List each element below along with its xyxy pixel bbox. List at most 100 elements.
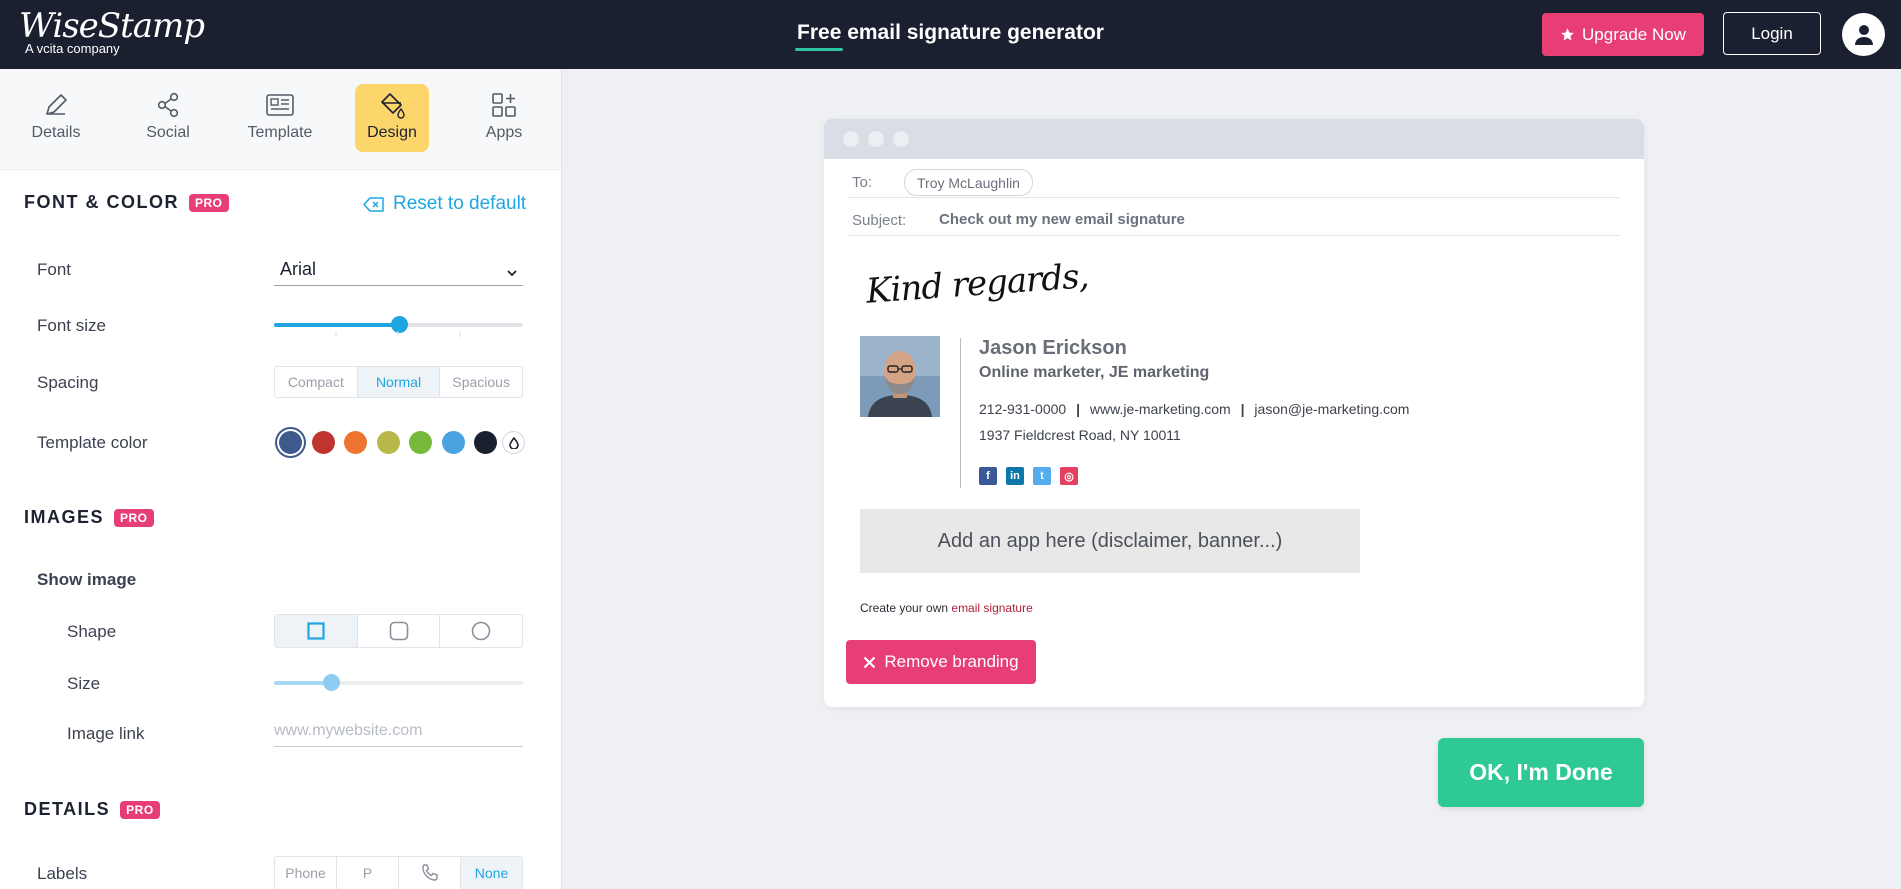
labels-selector: Phone P None [274,856,523,889]
email-preview: To: Troy McLaughlin Subject: Check out m… [824,119,1644,707]
remove-branding-label: Remove branding [884,652,1019,671]
tab-template[interactable]: Template [243,84,317,152]
separator: | [1076,401,1080,417]
pro-badge: PRO [189,193,229,212]
label-option-p[interactable]: P [337,857,399,889]
tab-social-label: Social [146,124,190,141]
signature-name: Jason Erickson [979,337,1127,359]
twitter-icon[interactable]: t [1033,467,1051,485]
tab-apps[interactable]: Apps [467,84,541,152]
image-shape-selector [274,614,523,648]
credit-text: Create your own [860,601,952,615]
window-dot [893,131,909,147]
star-icon [1561,28,1574,41]
tab-apps-label: Apps [485,124,523,141]
font-size-slider-fill [274,323,399,327]
tab-design[interactable]: Design [355,84,429,152]
upgrade-now-button[interactable]: Upgrade Now [1542,13,1704,56]
instagram-icon[interactable]: ◎ [1060,467,1078,485]
rounded-square-shape-icon [389,621,408,641]
color-swatch[interactable] [376,431,400,454]
color-swatch[interactable] [474,431,497,454]
to-row: To: Troy McLaughlin [848,159,1620,198]
spacing-option-spacious[interactable]: Spacious [440,367,522,397]
tab-details[interactable]: Details [19,84,93,152]
subject-label: Subject: [852,212,907,229]
facebook-icon[interactable]: f [979,467,997,485]
image-size-slider-handle[interactable] [323,674,341,691]
spacing-label: Spacing [37,373,99,392]
to-label: To: [852,174,873,191]
upgrade-now-label: Upgrade Now [1582,24,1686,44]
headline-text: email signature generator [841,21,1104,44]
profile-photo [860,336,940,417]
separator: | [1240,401,1245,417]
color-swatch[interactable] [344,431,367,454]
tab-social[interactable]: Social [131,84,205,152]
signoff-text: Kind regards, [864,256,1090,312]
close-icon [864,656,876,668]
size-label: Size [67,674,101,693]
pencil-icon [46,94,67,115]
reset-label: Reset to default [393,193,527,214]
font-value: Arial [280,259,317,279]
chevron-down-icon [507,270,517,277]
share-icon [157,92,179,118]
headline-highlight: Free [794,21,844,51]
label-option-phone[interactable]: Phone [275,857,337,889]
details-title: DETAILS [24,799,111,819]
pro-badge: PRO [120,800,160,819]
show-image-label: Show image [37,570,137,589]
tab-details-label: Details [31,124,81,141]
image-size-slider[interactable] [274,674,523,691]
tab-template-label: Template [247,124,313,141]
reset-to-default-link[interactable]: Reset to default [363,193,526,215]
spacing-option-compact[interactable]: Compact [275,367,358,397]
shape-option-circle[interactable] [440,615,522,647]
top-bar: WiseStamp A vcita company Free email sig… [0,0,1901,69]
color-swatch[interactable] [279,431,302,454]
email-signature-link[interactable]: email signature [951,601,1032,615]
images-title: IMAGES [24,507,105,527]
window-dot [868,131,884,147]
add-app-placeholder[interactable]: Add an app here (disclaimer, banner...) [860,509,1360,573]
window-dot [843,131,859,147]
remove-branding-button[interactable]: Remove branding [846,640,1036,684]
shape-label: Shape [67,622,117,641]
color-swatch[interactable] [311,431,335,454]
font-size-ticks [335,331,461,337]
font-size-label: Font size [37,316,106,335]
phone-icon [421,864,438,881]
user-account-button[interactable] [1842,13,1885,56]
font-color-title: FONT & COLOR [24,192,179,212]
color-swatch[interactable] [441,431,465,454]
font-size-slider[interactable] [274,316,523,333]
labels-label: Labels [37,864,88,883]
custom-color-picker[interactable] [502,431,525,454]
spacing-option-normal[interactable]: Normal [357,367,441,397]
signature-contacts: 212-931-0000 | www.je-marketing.com | ja… [979,401,1409,417]
spacing-selector: Compact Normal Spacious [274,366,523,398]
shape-option-square[interactable] [275,615,358,647]
editor-tabs: Details Social Template Design Apps [0,69,561,170]
square-shape-icon [307,622,325,640]
branding-credit: Create your own email signature [860,601,1033,615]
image-link-label: Image link [67,724,145,743]
color-swatch[interactable] [409,431,432,454]
label-option-none[interactable]: None [461,857,522,889]
template-color-label: Template color [37,433,148,452]
user-icon [1854,24,1873,45]
label-option-icon[interactable] [399,857,461,889]
image-link-input[interactable]: www.mywebsite.com [274,722,523,747]
signature-phone: 212-931-0000 [979,401,1067,417]
linkedin-icon[interactable]: in [1006,467,1024,485]
backspace-icon [363,196,384,212]
signature-email: jason@je-marketing.com [1254,401,1410,417]
done-button[interactable]: OK, I'm Done [1438,738,1644,807]
images-section-title: IMAGES PRO [24,507,154,528]
login-button[interactable]: Login [1723,12,1821,55]
font-select[interactable]: Arial [274,257,523,286]
shape-option-rounded[interactable] [358,615,441,647]
recipient-chip: Troy McLaughlin [904,169,1033,196]
editor-panel: Details Social Template Design Apps FONT… [0,69,562,889]
